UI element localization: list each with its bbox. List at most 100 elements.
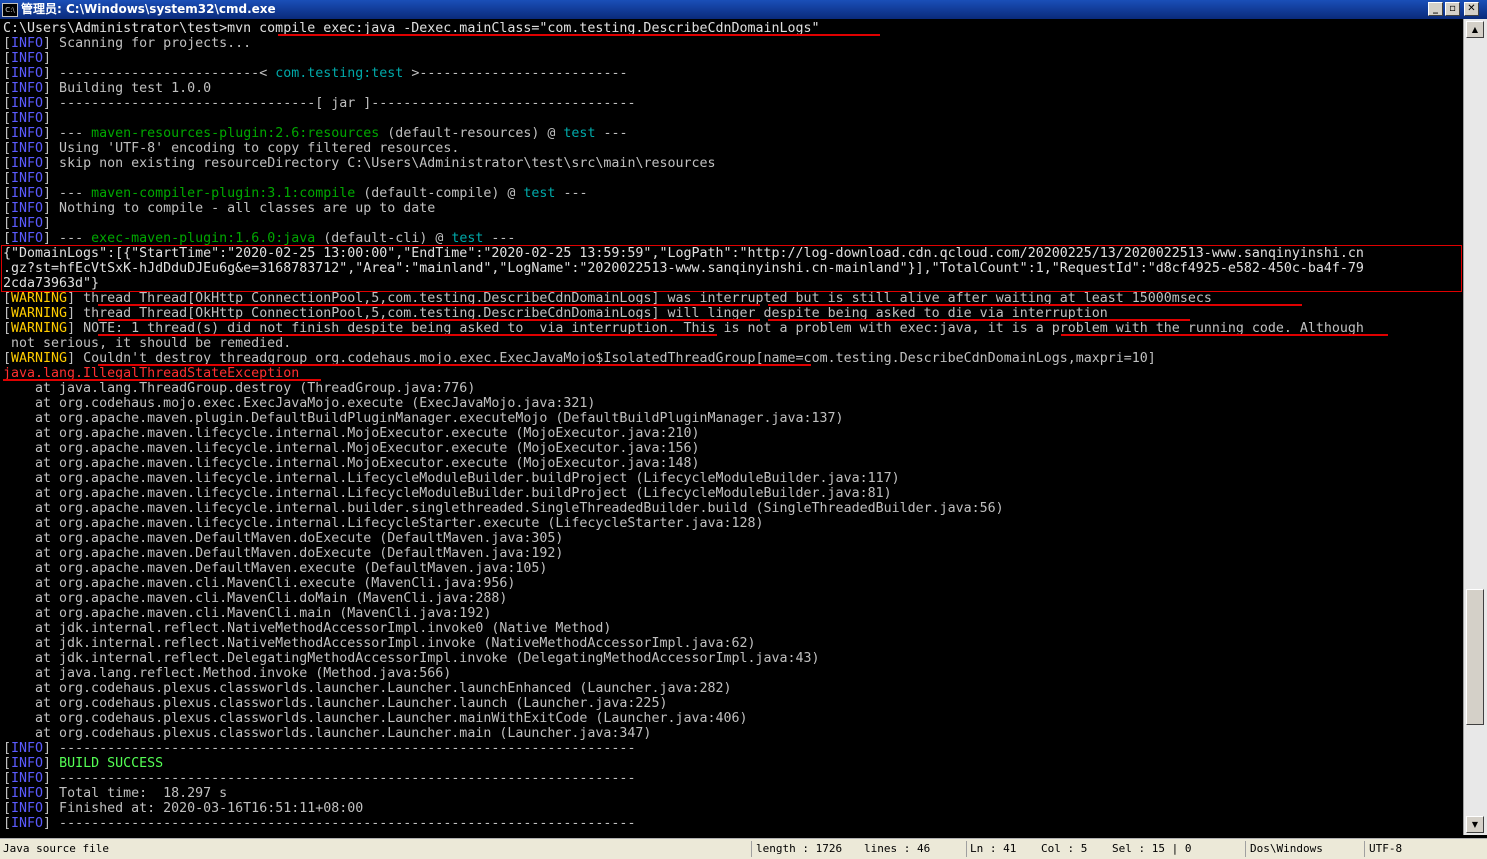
console-line: at org.apache.maven.lifecycle.internal.L… <box>3 471 900 486</box>
console-text: at org.apache.maven.cli.MavenCli.doMain … <box>3 591 508 606</box>
console-text: ] <box>43 171 52 186</box>
console-text: maven-compiler-plugin:3.1:compile <box>91 186 356 201</box>
console-text: at java.lang.ThreadGroup.destroy (Thread… <box>3 381 476 396</box>
vertical-scrollbar[interactable]: ▲ ▼ <box>1463 19 1487 835</box>
console-text: com.testing:test <box>275 66 404 81</box>
console-text: at org.codehaus.plexus.classworlds.launc… <box>3 681 732 696</box>
console-text: --- <box>483 231 516 246</box>
console-text: [ <box>3 741 12 756</box>
console-text: WARNING <box>11 291 68 306</box>
console-line: [INFO] BUILD SUCCESS <box>3 756 163 771</box>
annotation-underline <box>97 319 760 321</box>
console-text: INFO <box>11 36 44 51</box>
status-selection: Sel : 15 | 0 <box>1112 842 1192 855</box>
console-text: at org.apache.maven.plugin.DefaultBuildP… <box>3 411 844 426</box>
console-text: INFO <box>11 156 44 171</box>
console-text: ] Nothing to compile - all classes are u… <box>43 201 436 216</box>
console-line: [INFO] --- maven-resources-plugin:2.6:re… <box>3 126 627 141</box>
console-line: [INFO] <box>3 111 51 126</box>
console-line: at org.apache.maven.plugin.DefaultBuildP… <box>3 411 844 426</box>
console-text: at org.codehaus.plexus.classworlds.launc… <box>3 696 668 711</box>
console-text: ] <box>43 756 60 771</box>
console-text: [ <box>3 36 12 51</box>
annotation-underline <box>278 34 881 36</box>
console-text: at org.codehaus.mojo.exec.ExecJavaMojo.e… <box>3 396 596 411</box>
console-text: at org.apache.maven.cli.MavenCli.execute… <box>3 576 516 591</box>
console-text: INFO <box>11 126 44 141</box>
console-text: INFO <box>11 771 44 786</box>
console-line: [INFO] <box>3 216 51 231</box>
console-line: [INFO] --- maven-compiler-plugin:3.1:com… <box>3 186 587 201</box>
console-text: [ <box>3 786 12 801</box>
console-text: INFO <box>11 201 44 216</box>
console-text: [ <box>3 321 12 336</box>
status-length: length : 1726 <box>756 842 843 855</box>
console-text: WARNING <box>11 306 68 321</box>
console-text: ] Building test 1.0.0 <box>43 81 212 96</box>
console-line: at org.codehaus.plexus.classworlds.launc… <box>3 726 651 741</box>
console-text: [ <box>3 291 12 306</box>
console-text: --- <box>555 186 588 201</box>
cmd-app-icon: C:\ <box>2 3 18 17</box>
console-text: >-------------------------- <box>403 66 628 81</box>
console-text: test <box>523 186 556 201</box>
console-line: [INFO] <box>3 171 51 186</box>
console-text: INFO <box>11 801 44 816</box>
console-text: [ <box>3 186 12 201</box>
console-text: [ <box>3 801 12 816</box>
console-text: WARNING <box>11 351 68 366</box>
console-text: at org.apache.maven.DefaultMaven.doExecu… <box>3 531 564 546</box>
console-text: [ <box>3 111 12 126</box>
console-text: test <box>563 126 596 141</box>
console-text: ] --- <box>43 231 92 246</box>
annotation-underline <box>768 319 1190 321</box>
maximize-button[interactable]: ▫ <box>1445 2 1460 16</box>
console-text: ] --------------------------------[ jar … <box>43 96 636 111</box>
console-text: ] Using 'UTF-8' encoding to copy filtere… <box>43 141 460 156</box>
console-line: at org.apache.maven.lifecycle.internal.M… <box>3 441 699 456</box>
console-text: at org.apache.maven.DefaultMaven.doExecu… <box>3 546 564 561</box>
console-line: [INFO] --- exec-maven-plugin:1.6.0:java … <box>3 231 515 246</box>
console-text: ] --------------------------------------… <box>43 816 636 831</box>
console-text: WARNING <box>11 321 68 336</box>
console-text: ] skip non existing resourceDirectory C:… <box>43 156 716 171</box>
console-text: not serious, it should be remedied. <box>3 336 292 351</box>
console-text: at java.lang.reflect.Method.invoke (Meth… <box>3 666 452 681</box>
console-line: [INFO] Finished at: 2020-03-16T16:51:11+… <box>3 801 363 816</box>
scroll-down-arrow-icon[interactable]: ▼ <box>1466 816 1484 833</box>
console-text: at org.apache.maven.DefaultMaven.execute… <box>3 561 548 576</box>
console-text: ] Finished at: 2020-03-16T16:51:11+08:00 <box>43 801 364 816</box>
console-text: [ <box>3 816 12 831</box>
status-column: Col : 5 <box>1041 842 1088 855</box>
console-text: INFO <box>11 816 44 831</box>
console-text: INFO <box>11 66 44 81</box>
status-file-type: Java source file <box>3 842 109 855</box>
console-text: (default-resources) @ <box>379 126 564 141</box>
console-line: at jdk.internal.reflect.NativeMethodAcce… <box>3 636 756 651</box>
status-divider <box>751 841 752 857</box>
scroll-up-arrow-icon[interactable]: ▲ <box>1466 21 1484 38</box>
console-text: INFO <box>11 81 44 96</box>
console-line: [INFO] Nothing to compile - all classes … <box>3 201 435 216</box>
console-text: [ <box>3 141 12 156</box>
annotation-underline <box>1060 334 1388 336</box>
console-text: [ <box>3 96 12 111</box>
status-divider <box>966 841 967 857</box>
console-text: [ <box>3 231 12 246</box>
console-text: [ <box>3 306 12 321</box>
console-line: at org.codehaus.plexus.classworlds.launc… <box>3 711 748 726</box>
console-text: ] <box>43 51 52 66</box>
close-button[interactable]: ✕ <box>1464 2 1479 16</box>
console-text: at jdk.internal.reflect.DelegatingMethod… <box>3 651 820 666</box>
status-lines: lines : 46 <box>864 842 931 855</box>
scrollbar-thumb[interactable] <box>1466 589 1484 725</box>
console-text: [ <box>3 201 12 216</box>
console-text: ] -------------------------< <box>43 66 276 81</box>
console-text: at jdk.internal.reflect.NativeMethodAcce… <box>3 636 756 651</box>
console-text: ] --------------------------------------… <box>43 741 636 756</box>
console-output[interactable]: C:\Users\Administrator\test>mvn compile … <box>0 19 1463 835</box>
window-titlebar[interactable]: C:\ 管理员: C:\Windows\system32\cmd.exe _ ▫… <box>0 0 1487 19</box>
minimize-button[interactable]: _ <box>1428 2 1443 16</box>
console-line: at jdk.internal.reflect.DelegatingMethod… <box>3 651 820 666</box>
console-line: [INFO] <box>3 51 51 66</box>
